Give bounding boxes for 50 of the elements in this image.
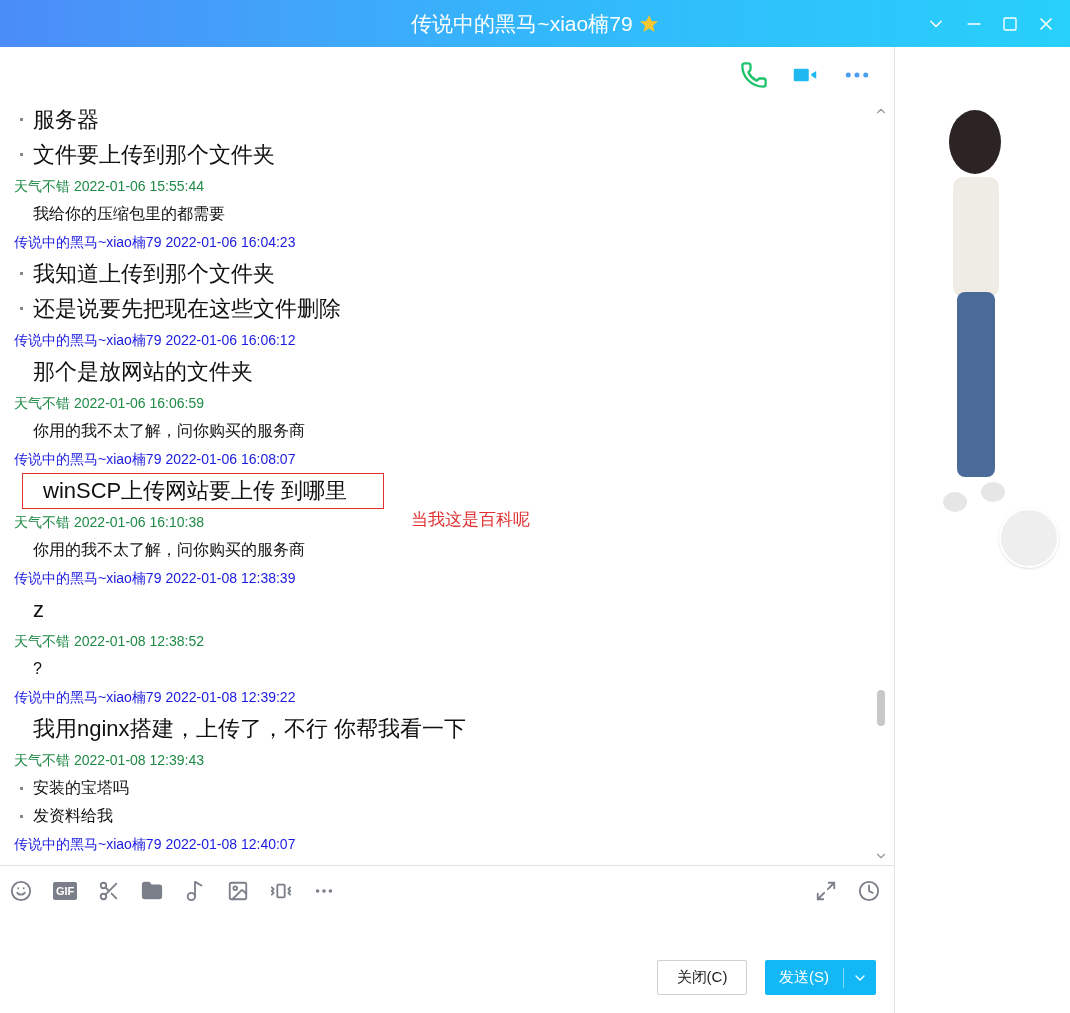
message-text: ? <box>33 659 42 679</box>
sender-name: 天气不错 <box>14 176 70 196</box>
message-time: 2022-01-06 16:08:07 <box>165 449 296 469</box>
sender-name: 传说中的黑马~xiao楠79 <box>14 330 162 350</box>
sender-name: 传说中的黑马~xiao楠79 <box>14 687 162 707</box>
message-time: 2022-01-06 16:06:59 <box>74 393 204 413</box>
folder-icon[interactable] <box>141 880 164 902</box>
phone-icon[interactable] <box>740 60 768 89</box>
sender-name: 天气不错 <box>14 512 70 532</box>
message-text: 安装的宝塔吗 <box>33 778 129 798</box>
annotation-text: 当我这是百科呢 <box>411 509 530 531</box>
scrollbar-thumb[interactable] <box>877 690 885 726</box>
close-button[interactable]: 关闭(C) <box>657 960 747 995</box>
gif-button[interactable]: GIF <box>53 882 78 900</box>
message-time: 2022-01-06 16:04:23 <box>165 232 296 252</box>
emoji-icon[interactable] <box>10 880 32 902</box>
sender-name: 天气不错 <box>14 393 70 413</box>
message-text: 服务器 <box>33 106 99 134</box>
message-text: winSCP上传网站要上传 到哪里 <box>43 477 348 505</box>
sender-name: 天气不错 <box>14 631 70 651</box>
window-title: 传说中的黑马~xiao楠79 <box>411 10 633 37</box>
image-icon[interactable] <box>227 880 250 902</box>
message-time: 2022-01-06 15:55:44 <box>74 176 204 196</box>
maximize-icon[interactable] <box>1002 15 1018 32</box>
message-text: 我用nginx搭建，上传了，不行 你帮我看一下 <box>33 715 466 743</box>
message-text: 你用的我不太了解，问你购买的服务商 <box>33 421 305 441</box>
message-text: 我给你的压缩包里的都需要 <box>33 204 225 224</box>
message-time: 2022-01-06 16:06:12 <box>165 330 296 350</box>
send-button[interactable]: 发送(S) <box>765 960 876 995</box>
history-icon[interactable] <box>858 880 880 902</box>
message-time: 2022-01-08 12:39:22 <box>165 687 296 707</box>
message-text: 那个是放网站的文件夹 <box>33 358 253 386</box>
sender-name: 传说中的黑马~xiao楠79 <box>14 834 162 854</box>
sender-name: 天气不错 <box>14 750 70 770</box>
star-icon <box>638 13 659 34</box>
message-text: z <box>33 596 44 624</box>
sender-name: 传说中的黑马~xiao楠79 <box>14 232 162 252</box>
message-time: 2022-01-08 12:40:07 <box>165 834 296 854</box>
message-text: 发资料给我 <box>33 806 113 826</box>
message-text: 你用的我不太了解，问你购买的服务商 <box>33 540 305 560</box>
sender-name: 传说中的黑马~xiao楠79 <box>14 449 162 469</box>
message-text: 文件要上传到那个文件夹 <box>33 141 275 169</box>
message-time: 2022-01-08 12:39:43 <box>74 750 204 770</box>
sender-name: 传说中的黑马~xiao楠79 <box>14 568 162 588</box>
message-time: 2022-01-08 12:38:39 <box>165 568 296 588</box>
message-text: 我知道上传到那个文件夹 <box>33 260 275 288</box>
expand-icon[interactable] <box>815 880 837 902</box>
message-time: 2022-01-08 12:38:52 <box>74 631 204 651</box>
message-text: 还是说要先把现在这些文件删除 <box>33 295 341 323</box>
message-time: 2022-01-06 16:10:38 <box>74 512 204 532</box>
